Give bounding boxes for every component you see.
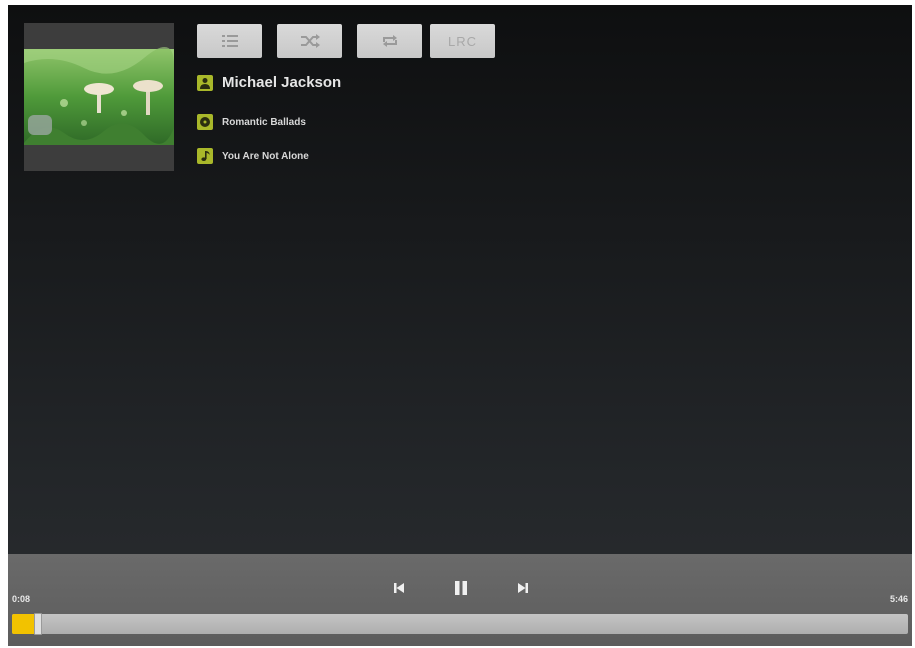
playback-control-bar: 0:08 5:46 <box>8 554 912 646</box>
seek-bar[interactable] <box>12 613 908 635</box>
artist-row: Michael Jackson <box>197 74 341 91</box>
shuffle-icon <box>300 34 320 48</box>
elapsed-time: 0:08 <box>12 594 31 604</box>
shuffle-button[interactable] <box>277 24 342 58</box>
skip-next-icon <box>518 583 528 593</box>
album-art <box>24 23 174 171</box>
previous-button[interactable] <box>385 574 413 602</box>
repeat-button[interactable] <box>357 24 422 58</box>
album-name: Romantic Ballads <box>222 116 306 128</box>
lrc-button[interactable]: LRC <box>430 24 495 58</box>
playlist-button[interactable] <box>197 24 262 58</box>
pause-button[interactable] <box>447 574 475 602</box>
disc-icon <box>197 114 213 130</box>
seek-progress <box>12 614 34 634</box>
person-icon <box>197 74 213 91</box>
next-button[interactable] <box>509 574 537 602</box>
lrc-label: LRC <box>447 33 477 49</box>
album-art-image <box>24 23 174 171</box>
music-note-icon <box>197 148 213 164</box>
playlist-icon <box>221 35 238 47</box>
seek-thumb[interactable] <box>34 613 42 635</box>
total-time: 5:46 <box>889 594 908 604</box>
music-player-screen: LRC Michael Jackson Romantic Ballads You… <box>8 5 912 646</box>
skip-previous-icon <box>394 583 404 593</box>
repeat-icon <box>382 35 397 47</box>
album-row: Romantic Ballads <box>197 114 306 130</box>
artist-name: Michael Jackson <box>222 74 342 91</box>
title-row: You Are Not Alone <box>197 148 309 164</box>
track-title: You Are Not Alone <box>222 150 309 162</box>
pause-icon <box>455 581 467 595</box>
